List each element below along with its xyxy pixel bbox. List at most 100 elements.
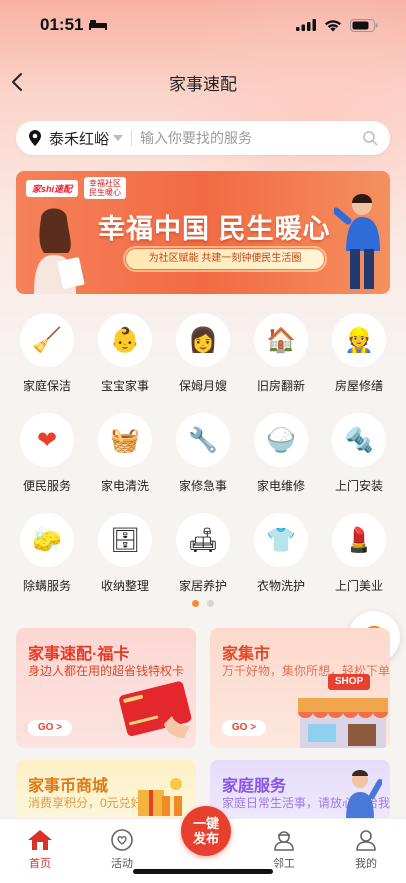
fuka-card-title: 家事速配·福卡 <box>28 646 130 663</box>
status-time: 01:51 <box>40 15 108 35</box>
tab-mine-label: 我的 <box>355 858 377 870</box>
fuka-card[interactable]: 家事速配·福卡 身边人都在用的超省钱特权卡 GO > <box>16 628 196 748</box>
back-arrow-icon[interactable] <box>6 70 30 94</box>
service-label: 房屋修缮 <box>334 379 383 393</box>
publish-label-line2: 发布 <box>192 831 219 846</box>
service-label: 除螨服务 <box>22 579 71 593</box>
home-service-title: 家庭服务 <box>222 778 287 795</box>
home-icon <box>28 830 52 850</box>
service-item-urgent-repair[interactable]: 🔧 家修急事 <box>168 413 238 513</box>
chevron-down-icon[interactable] <box>113 135 124 141</box>
page-dot[interactable] <box>207 600 214 607</box>
service-label: 家电清洗 <box>100 479 149 493</box>
heart-hands-icon: ❤ <box>20 413 74 467</box>
service-item-renovation[interactable]: 🏠 旧房翻新 <box>246 313 316 413</box>
tab-mine[interactable]: 我的 <box>336 829 396 871</box>
nanny-icon: 👩 <box>176 313 230 367</box>
nav-bar: 家事速配 <box>0 62 406 102</box>
service-label: 宝宝家事 <box>100 379 149 393</box>
community-logo: 幸福社区 民生暖心 <box>84 177 127 199</box>
page-dot-active[interactable] <box>192 600 199 607</box>
coin-mall-title: 家事币商城 <box>28 778 109 795</box>
service-label: 便民服务 <box>22 479 71 493</box>
cleaner-icon: 🧹 <box>20 313 74 367</box>
service-label: 上门美业 <box>334 579 383 593</box>
one-click-publish-button[interactable]: 一键 发布 <box>181 806 231 856</box>
service-item-mite-removal[interactable]: 🧽 除螨服务 <box>12 513 82 613</box>
woman-illustration <box>34 208 85 294</box>
service-item-home-cleaning[interactable]: 🧹 家庭保洁 <box>12 313 82 413</box>
worker-icon <box>274 831 294 851</box>
home-indicator <box>133 869 273 874</box>
repair-worker-icon: 👷 <box>332 313 386 367</box>
service-label: 家庭保洁 <box>22 379 71 393</box>
service-item-installation[interactable]: 🔩 上门安装 <box>324 413 394 513</box>
bed-icon <box>89 20 108 30</box>
service-item-nanny[interactable]: 👩 保姆月嫂 <box>168 313 238 413</box>
jiaji-go-button[interactable]: GO > <box>222 720 266 736</box>
service-item-appliance-repair[interactable]: 🍚 家电维修 <box>246 413 316 513</box>
banner-title: 幸福中国 民生暖心 <box>98 214 331 244</box>
service-item-appliance-cleaning[interactable]: 🧺 家电清洗 <box>90 413 160 513</box>
search-icon[interactable] <box>362 130 378 146</box>
community-logo-line1: 幸福社区 <box>89 179 122 188</box>
service-item-furniture-care[interactable]: 🛋 家居养护 <box>168 513 238 613</box>
service-row: ❤ 便民服务 🧺 家电清洗 🔧 家修急事 🍚 家电维修 🔩 上门安装 <box>0 413 406 513</box>
profile-icon <box>356 830 376 851</box>
service-grid: 🧹 家庭保洁 👶 宝宝家事 👩 保姆月嫂 🏠 旧房翻新 👷 房屋修缮 ❤ 便民服务 🧺 家电清… <box>0 313 406 613</box>
service-item-laundry[interactable]: 👕 衣物洗护 <box>246 513 316 613</box>
service-label: 收纳整理 <box>100 579 149 593</box>
city-selector[interactable]: 泰禾红峪 <box>49 128 109 149</box>
banner-subtitle: 为社区赋能 共建一刻钟便民生活圈 <box>123 246 327 272</box>
man-illustration <box>334 194 380 289</box>
jiaji-card[interactable]: 家集市 万千好物，集你所想，轻松下单 SHOP GO > <box>210 628 390 748</box>
service-item-beauty[interactable]: 💄 上门美业 <box>324 513 394 613</box>
coin-mall-card[interactable]: 家事币商城 消费享积分，0元兑好礼 <box>16 760 196 820</box>
activity-heart-icon <box>111 829 133 851</box>
jiaji-card-title: 家集市 <box>222 646 271 663</box>
banner-logos: 家shi速配 幸福社区 民生暖心 <box>26 177 127 199</box>
tab-home[interactable]: 首页 <box>10 829 70 871</box>
page-title: 家事速配 <box>169 74 237 94</box>
drill-icon: 🔩 <box>332 413 386 467</box>
search-input[interactable] <box>140 130 362 146</box>
home-service-card[interactable]: 家庭服务 家庭日常生活事，请放心交给我 <box>210 760 390 820</box>
gift-box-icon <box>138 778 182 816</box>
battery-icon <box>350 18 378 32</box>
tab-activity-label: 活动 <box>111 858 133 870</box>
service-item-baby-care[interactable]: 👶 宝宝家事 <box>90 313 160 413</box>
search-divider <box>131 130 133 146</box>
service-label: 旧房翻新 <box>256 379 305 393</box>
service-item-house-repair[interactable]: 👷 房屋修缮 <box>324 313 394 413</box>
tab-workers[interactable]: 邻工 <box>254 829 314 871</box>
service-item-organizing[interactable]: 🗄 收纳整理 <box>90 513 160 613</box>
service-row: 🧹 家庭保洁 👶 宝宝家事 👩 保姆月嫂 🏠 旧房翻新 👷 房屋修缮 <box>0 313 406 413</box>
tab-activity[interactable]: 活动 <box>92 829 152 871</box>
service-row: 🧽 除螨服务 🗄 收纳整理 🛋 家居养护 👕 衣物洗护 💄 上门美业 <box>0 513 406 613</box>
service-label: 保姆月嫂 <box>178 379 227 393</box>
tab-home-label: 首页 <box>29 858 51 870</box>
page-indicator <box>0 600 406 607</box>
publish-label-line1: 一键 <box>192 816 219 831</box>
status-icons <box>296 18 378 32</box>
brand-logo: 家shi速配 <box>26 179 79 197</box>
washing-machine-icon: 🧺 <box>98 413 152 467</box>
service-label: 上门安装 <box>334 479 383 493</box>
baby-icon: 👶 <box>98 313 152 367</box>
wifi-icon <box>325 19 341 31</box>
service-item-convenience[interactable]: ❤ 便民服务 <box>12 413 82 513</box>
renovation-icon: 🏠 <box>254 313 308 367</box>
shop-sign: SHOP <box>334 676 364 687</box>
rice-cooker-icon: 🍚 <box>254 413 308 467</box>
promo-banner[interactable]: 家shi速配 幸福社区 民生暖心 幸福中国 民生暖心 为社区赋能 共建一刻钟便民… <box>16 171 390 294</box>
service-label: 家修急事 <box>178 479 227 493</box>
wrench-icon: 🔧 <box>176 413 230 467</box>
service-label: 家居养护 <box>178 579 227 593</box>
membership-card-icon <box>119 681 192 738</box>
search-bar: 泰禾红峪 <box>16 121 390 155</box>
fuka-go-button[interactable]: GO > <box>28 720 72 736</box>
clock-text: 01:51 <box>40 15 84 34</box>
vacuum-icon: 🧽 <box>20 513 74 567</box>
service-label: 衣物洗护 <box>256 579 305 593</box>
service-label: 家电维修 <box>256 479 305 493</box>
